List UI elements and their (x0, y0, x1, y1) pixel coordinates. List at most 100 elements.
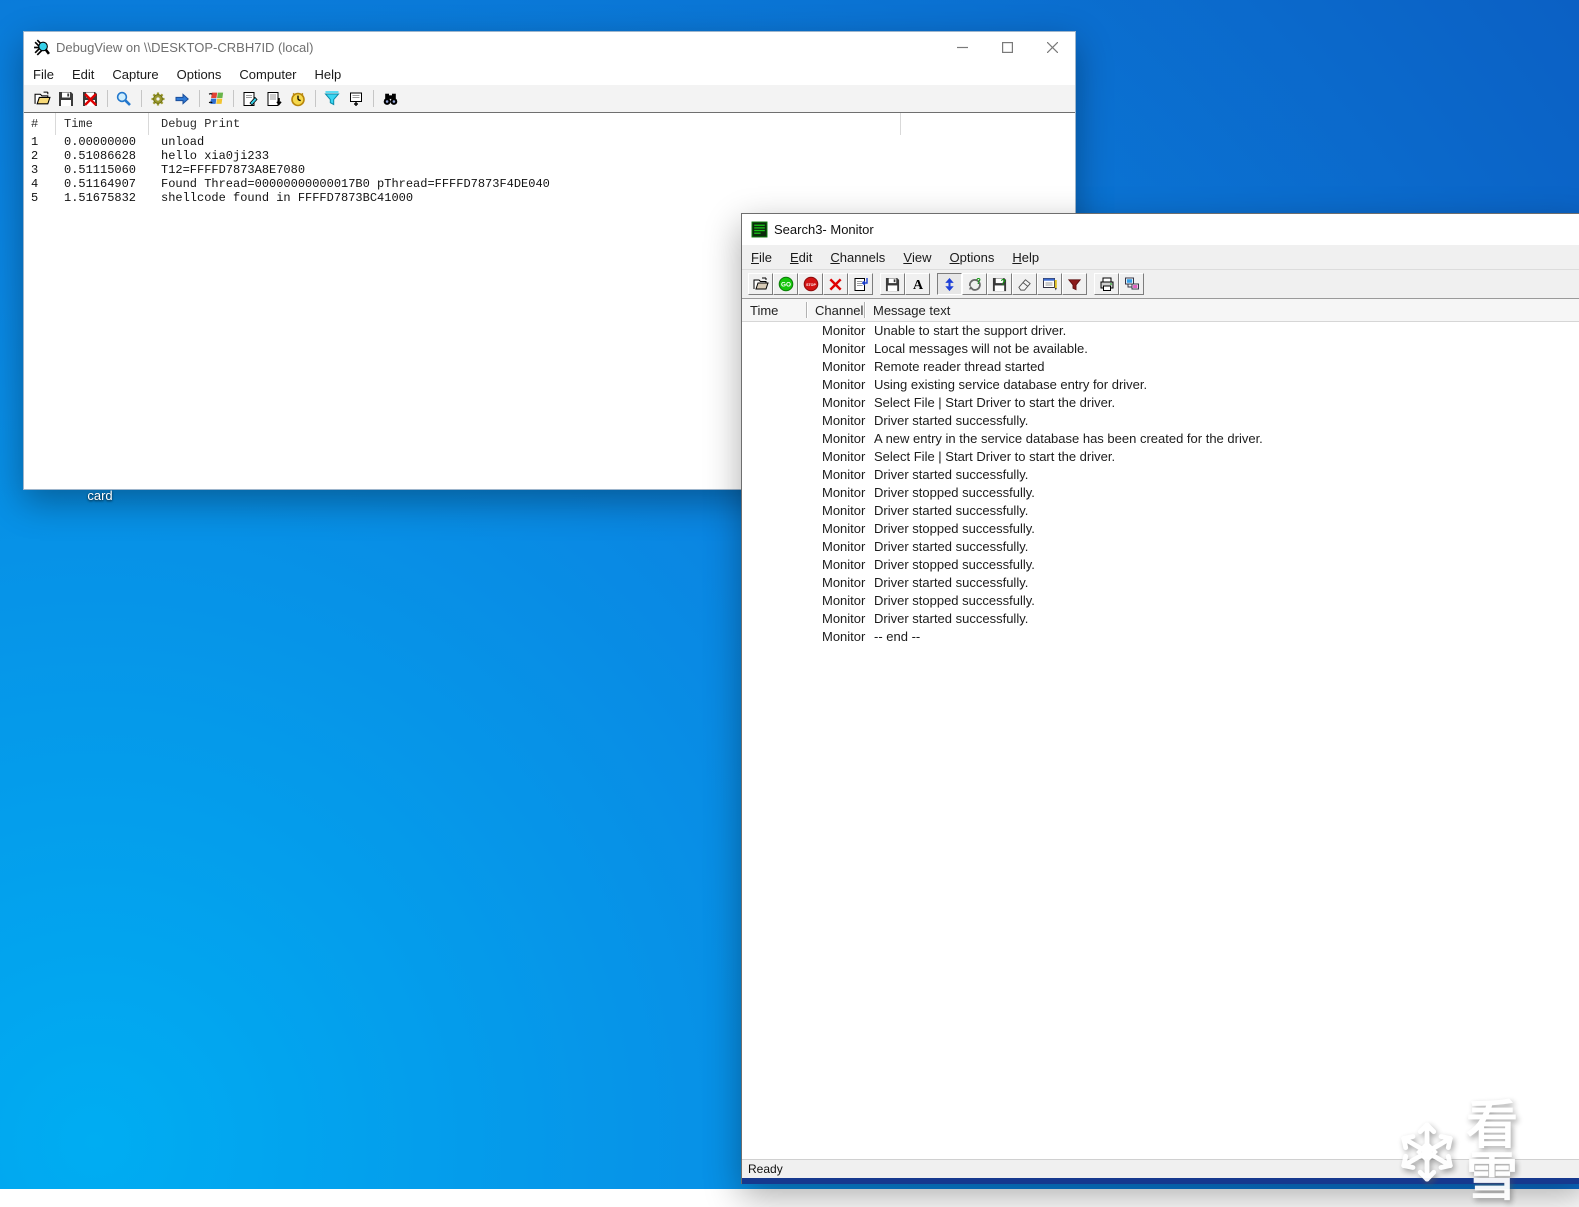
svg-text:?: ? (1001, 277, 1006, 287)
debugview-log-row[interactable]: 5 1.51675832 shellcode found in FFFFD787… (24, 191, 1075, 205)
autoscroll-icon[interactable] (264, 89, 284, 108)
search3-menubar: File Edit Channels View Options Help (742, 245, 1579, 270)
monitor-message-row[interactable]: Monitor Driver started successfully. (742, 466, 1579, 484)
properties-icon[interactable] (848, 273, 873, 295)
message-text: Driver stopped successfully. (874, 593, 1035, 608)
save-query-icon[interactable]: ? (987, 273, 1012, 295)
edit-window-icon[interactable] (1037, 273, 1062, 295)
watermark-text: 看雪 (1466, 1097, 1524, 1207)
autoscroll-icon[interactable] (937, 273, 962, 295)
monitor-message-row[interactable]: Monitor Unable to start the support driv… (742, 322, 1579, 340)
debugview-toolbar (24, 85, 1075, 113)
monitor-message-row[interactable]: Monitor Driver started successfully. (742, 538, 1579, 556)
log-to-file-icon[interactable] (80, 89, 100, 108)
debugview-titlebar[interactable]: DebugView on \\DESKTOP-CRBH7ID (local) (24, 32, 1075, 63)
open-icon[interactable] (32, 89, 52, 108)
monitor-message-row[interactable]: Monitor -- end -- (742, 628, 1579, 646)
find-icon[interactable] (380, 89, 400, 108)
desktop-icon-label-card[interactable]: card (68, 488, 132, 503)
erase-icon[interactable] (1012, 273, 1037, 295)
zoom-icon[interactable] (114, 89, 134, 108)
search3-menu-item[interactable]: View (894, 245, 940, 269)
close-button[interactable] (1030, 32, 1075, 63)
debugview-menu-item[interactable]: Computer (230, 63, 305, 85)
maximize-button[interactable] (985, 32, 1030, 63)
monitor-message-row[interactable]: Monitor A new entry in the service datab… (742, 430, 1579, 448)
desktop: DebugView on \\DESKTOP-CRBH7ID (local) F… (0, 0, 1579, 1204)
message-channel: Monitor (822, 359, 866, 374)
message-text: Driver started successfully. (874, 503, 1029, 518)
debugview-log-row[interactable]: 4 0.51164907 Found Thread=00000000000017… (24, 177, 1075, 191)
minimize-button[interactable] (940, 32, 985, 63)
debugview-menu-item[interactable]: Edit (63, 63, 103, 85)
debugview-log-row[interactable]: 2 0.51086628 hello xia0ji233 (24, 149, 1075, 163)
search3-titlebar[interactable]: Search3- Monitor (742, 214, 1579, 245)
message-channel: Monitor (822, 629, 866, 644)
message-text: Driver started successfully. (874, 539, 1029, 554)
monitor-message-row[interactable]: Monitor Select File | Start Driver to st… (742, 394, 1579, 412)
monitor-message-row[interactable]: Monitor Driver started successfully. (742, 610, 1579, 628)
debugview-menu-item[interactable]: File (24, 63, 63, 85)
filter-icon[interactable] (1062, 273, 1087, 295)
monitor-message-row[interactable]: Monitor Select File | Start Driver to st… (742, 448, 1579, 466)
message-text: Driver started successfully. (874, 467, 1029, 482)
search3-menu-item[interactable]: Edit (781, 245, 821, 269)
debugview-log-row[interactable]: 1 0.00000000 unload (24, 135, 1075, 149)
filter-icon[interactable] (322, 89, 342, 108)
message-text: Driver started successfully. (874, 413, 1029, 428)
column-header-time[interactable]: Time (56, 113, 149, 135)
search3-menu-item[interactable]: Options (941, 245, 1004, 269)
debugview-menu-item[interactable]: Options (168, 63, 231, 85)
stop-icon[interactable]: STOP (798, 273, 823, 295)
refresh-query-icon[interactable]: ? (962, 273, 987, 295)
debugview-log-row[interactable]: 3 0.51115060 T12=FFFFD7873A8E7080 (24, 163, 1075, 177)
column-header-debug-print[interactable]: Debug Print (149, 113, 901, 135)
monitor-message-row[interactable]: Monitor Driver stopped successfully. (742, 484, 1579, 502)
message-time (742, 484, 807, 502)
column-header-num[interactable]: # (24, 113, 56, 135)
search3-menu-item[interactable]: File (742, 245, 781, 269)
status-text: Ready (748, 1162, 783, 1176)
debugview-menu-item[interactable]: Help (306, 63, 351, 85)
message-channel: Monitor (822, 557, 866, 572)
highlight-filter-icon[interactable] (346, 89, 366, 108)
monitor-message-row[interactable]: Monitor Driver started successfully. (742, 412, 1579, 430)
search3-menu-item[interactable]: Help (1003, 245, 1048, 269)
search3-menu-item[interactable]: Channels (821, 245, 894, 269)
toolbar-separator (373, 90, 374, 107)
save-icon[interactable] (880, 273, 905, 295)
log-row-text: unload (161, 135, 205, 149)
monitor-message-row[interactable]: Monitor Remote reader thread started (742, 358, 1579, 376)
clear-icon[interactable] (823, 273, 848, 295)
log-row-time: 0.51115060 (64, 163, 137, 177)
capture-events-icon[interactable] (148, 89, 168, 108)
column-header-message[interactable]: Message text (865, 303, 1579, 318)
monitor-message-row[interactable]: Monitor Using existing service database … (742, 376, 1579, 394)
comment-icon[interactable] (240, 89, 260, 108)
log-row-num: 4 (31, 177, 39, 191)
log-row-text: T12=FFFFD7873A8E7080 (161, 163, 306, 177)
clock-icon[interactable] (288, 89, 308, 108)
debugview-menu-item[interactable]: Capture (103, 63, 167, 85)
log-row-time: 1.51675832 (64, 191, 137, 205)
message-text: Using existing service database entry fo… (874, 377, 1148, 392)
passthrough-arrow-icon[interactable] (172, 89, 192, 108)
open-icon[interactable] (748, 273, 773, 295)
font-icon[interactable]: A (905, 273, 930, 295)
monitor-message-row[interactable]: Monitor Driver started successfully. (742, 502, 1579, 520)
monitor-message-row[interactable]: Monitor Driver stopped successfully. (742, 592, 1579, 610)
network-icon[interactable] (1119, 273, 1144, 295)
column-header-channel[interactable]: Channel (807, 302, 865, 318)
save-icon[interactable] (56, 89, 76, 108)
toolbar-separator (107, 90, 108, 107)
log-row-text: Found Thread=00000000000017B0 pThread=FF… (161, 177, 550, 191)
go-icon[interactable]: GO (773, 273, 798, 295)
monitor-message-row[interactable]: Monitor Driver stopped successfully. (742, 520, 1579, 538)
monitor-message-row[interactable]: Monitor Driver stopped successfully. (742, 556, 1579, 574)
print-icon[interactable] (1094, 273, 1119, 295)
capture-kernel-windows-icon[interactable] (206, 89, 226, 108)
log-row-num: 5 (31, 191, 39, 205)
column-header-time[interactable]: Time (742, 302, 807, 318)
monitor-message-row[interactable]: Monitor Local messages will not be avail… (742, 340, 1579, 358)
monitor-message-row[interactable]: Monitor Driver started successfully. (742, 574, 1579, 592)
